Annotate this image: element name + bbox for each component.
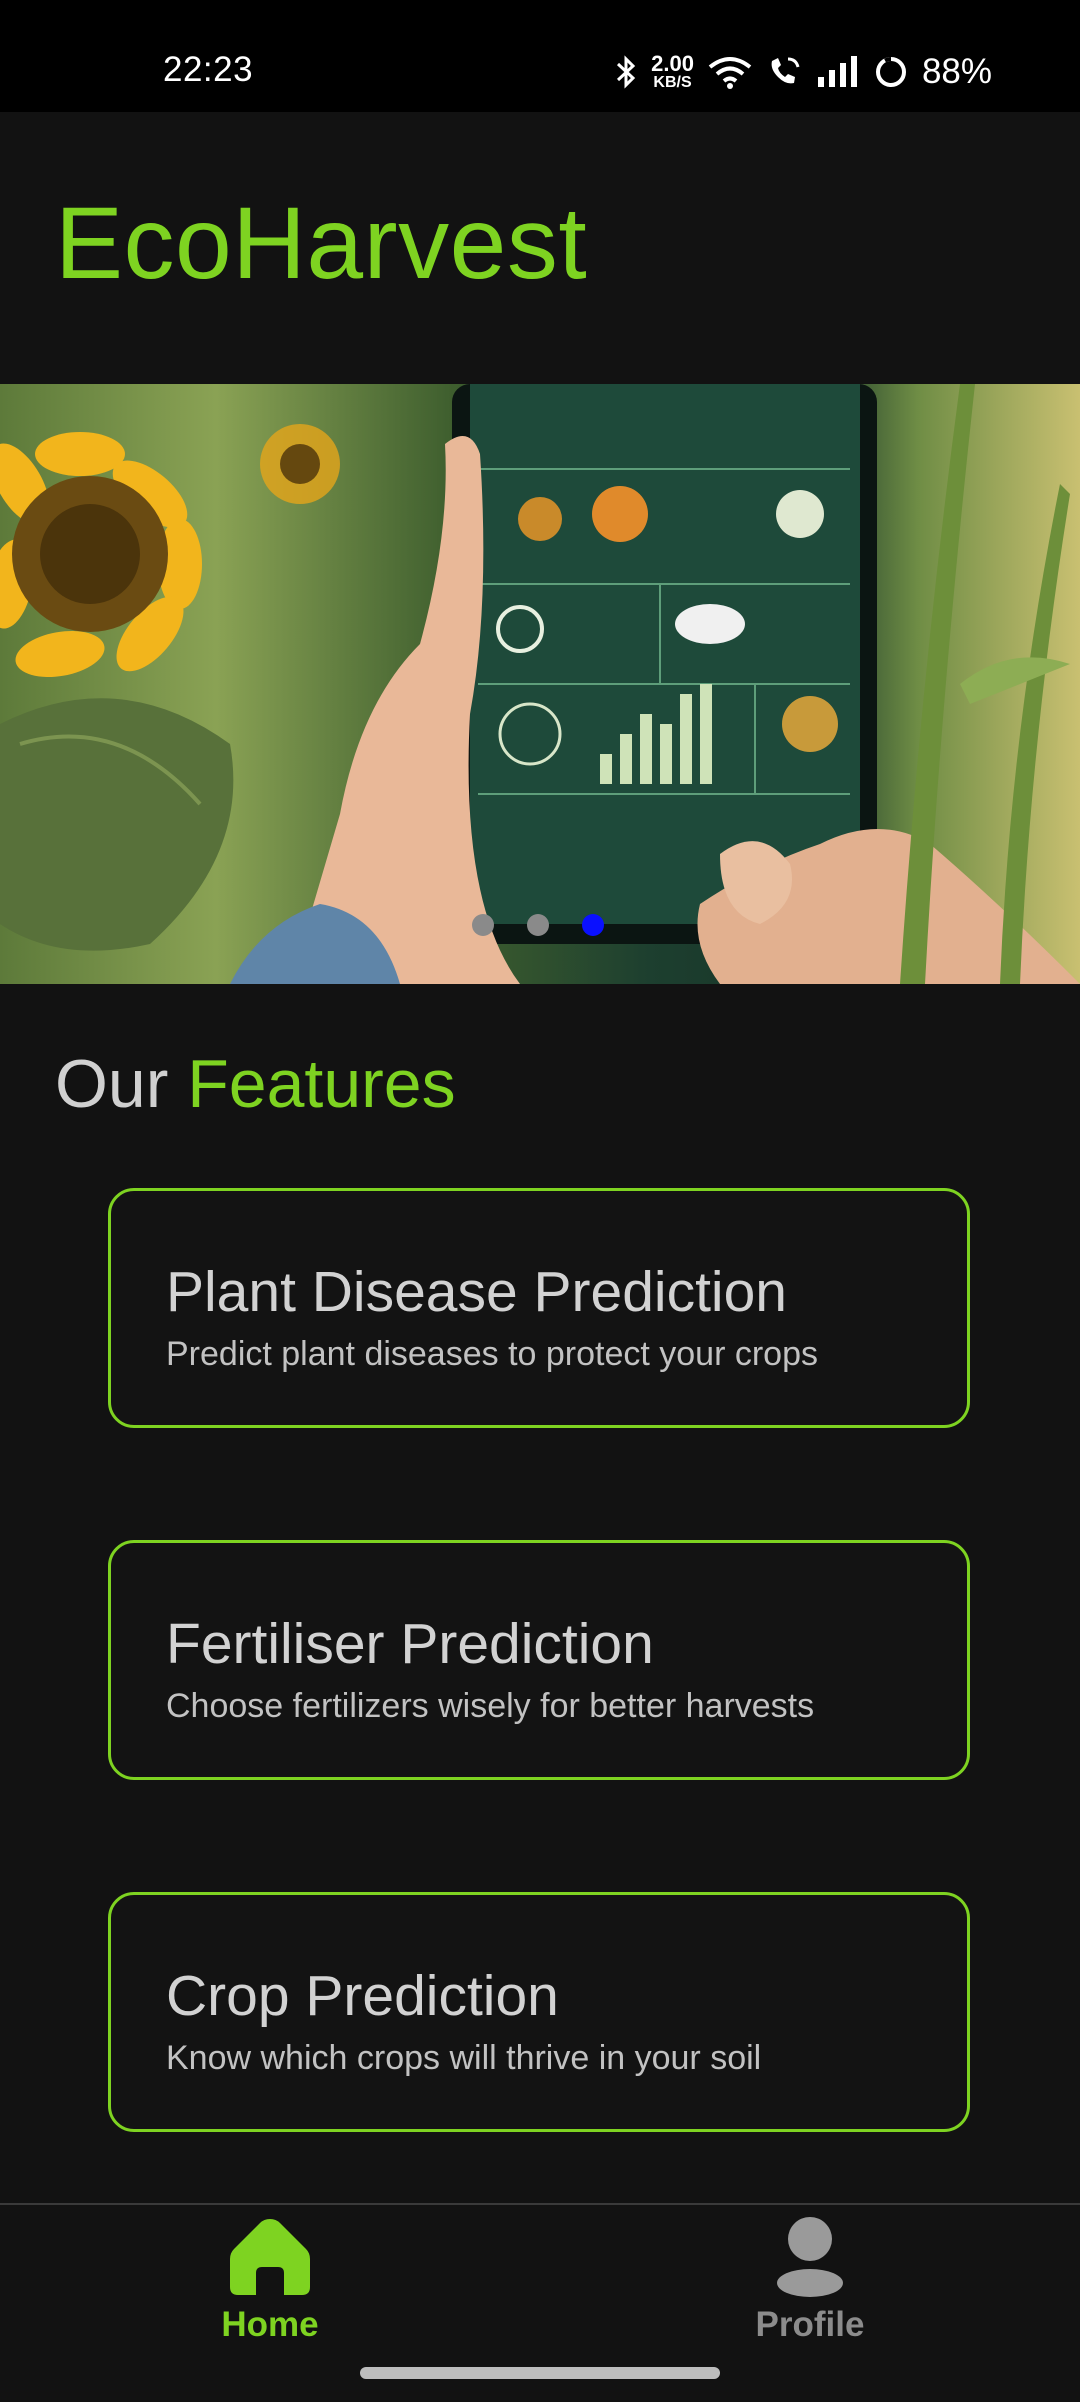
nav-home[interactable]: Home <box>150 2215 390 2365</box>
features-heading-accent: Features <box>187 1046 456 1122</box>
nav-home-label: Home <box>221 2305 319 2344</box>
status-icons: 2.00 KB/S 88% <box>615 48 992 96</box>
banner-carousel[interactable] <box>0 384 1080 984</box>
features-heading-plain: Our <box>55 1046 188 1122</box>
home-icon <box>230 2219 310 2295</box>
sunflower-graphic <box>0 424 340 951</box>
features-heading: Our Features <box>55 1045 456 1123</box>
signal-icon <box>817 56 857 87</box>
bluetooth-icon <box>617 55 636 89</box>
feature-card-plant-disease[interactable]: Plant Disease Prediction Predict plant d… <box>108 1188 970 1428</box>
feature-card-title: Plant Disease Prediction <box>166 1260 787 1324</box>
status-time: 22:23 <box>163 50 254 89</box>
wifi-icon <box>708 57 752 89</box>
wifi-calling-icon <box>771 57 800 84</box>
battery-icon <box>875 57 906 87</box>
net-speed-unit: KB/S <box>653 74 692 91</box>
app-title: EcoHarvest <box>55 186 588 300</box>
profile-icon <box>777 2217 843 2297</box>
feature-card-desc: Choose fertilizers wisely for better har… <box>166 1687 815 1725</box>
home-indicator[interactable] <box>360 2367 720 2379</box>
nav-profile-label: Profile <box>755 2305 865 2344</box>
banner-image <box>0 384 1080 984</box>
feature-card-crop[interactable]: Crop Prediction Know which crops will th… <box>108 1892 970 2132</box>
nav-profile[interactable]: Profile <box>690 2215 930 2365</box>
feature-card-title: Crop Prediction <box>166 1964 559 2028</box>
net-speed-value: 2.00 <box>651 51 694 76</box>
feature-card-desc: Predict plant diseases to protect your c… <box>166 1335 818 1373</box>
net-speed: 2.00 KB/S <box>651 53 694 91</box>
carousel-dot[interactable] <box>472 914 494 936</box>
status-bar: 22:23 2.00 KB/S 88% <box>0 0 1080 112</box>
feature-card-title: Fertiliser Prediction <box>166 1612 654 1676</box>
feature-card-desc: Know which crops will thrive in your soi… <box>166 2039 762 2077</box>
battery-percent: 88% <box>921 52 992 91</box>
feature-card-fertiliser[interactable]: Fertiliser Prediction Choose fertilizers… <box>108 1540 970 1780</box>
carousel-dots <box>472 914 604 936</box>
carousel-dot-active[interactable] <box>582 914 604 936</box>
carousel-dot[interactable] <box>527 914 549 936</box>
